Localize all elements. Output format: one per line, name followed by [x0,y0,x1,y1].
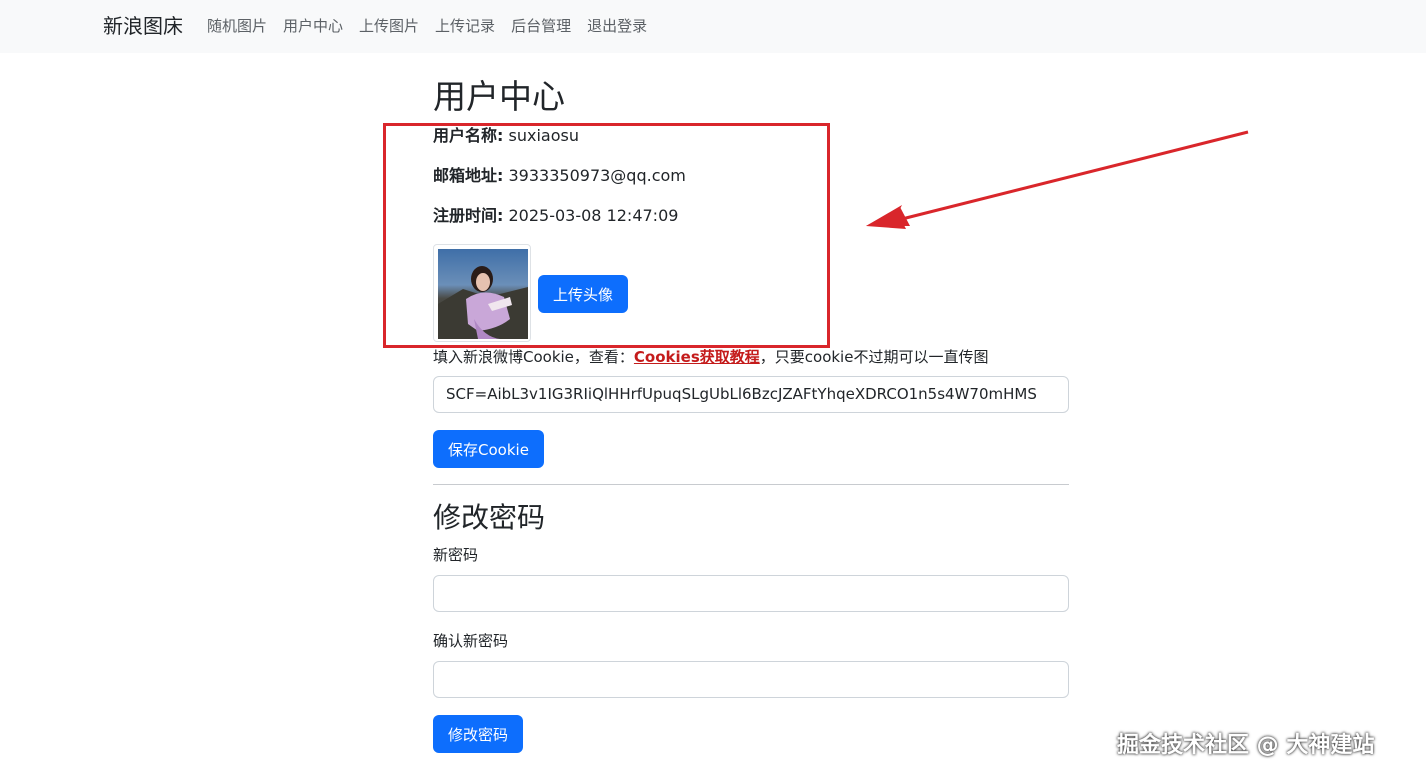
nav-user-center[interactable]: 用户中心 [283,16,343,36]
cookie-hint-prefix: 填入新浪微博Cookie，查看： [433,348,634,366]
nav-upload-image[interactable]: 上传图片 [359,16,419,36]
nav-random-images[interactable]: 随机图片 [207,16,267,36]
new-password-label: 新密码 [433,546,479,564]
nav-upload-history[interactable]: 上传记录 [435,16,495,36]
confirm-password-label: 确认新密码 [433,632,509,650]
save-cookie-button[interactable]: 保存Cookie [433,430,544,468]
cookie-tutorial-link[interactable]: Cookies获取教程 [634,348,760,366]
cookie-hint: 填入新浪微博Cookie，查看：Cookies获取教程，只要cookie不过期可… [433,346,988,368]
nav-logout[interactable]: 退出登录 [587,16,647,36]
confirm-password-input[interactable] [433,661,1069,698]
nav-admin[interactable]: 后台管理 [511,16,571,36]
cookie-hint-suffix: ，只要cookie不过期可以一直传图 [759,348,989,366]
annotation-arrow-icon [866,130,1249,229]
top-navbar: 新浪图床 随机图片 用户中心 上传图片 上传记录 后台管理 退出登录 [0,0,1426,53]
change-password-button[interactable]: 修改密码 [433,715,523,753]
section-divider [433,484,1069,485]
new-password-input[interactable] [433,575,1069,612]
nav-links: 随机图片 用户中心 上传图片 上传记录 后台管理 退出登录 [207,16,647,36]
cookie-input[interactable]: SCF=AibL3v1IG3RIiQlHHrfUpuqSLgUbLl6BzcJZ… [433,376,1069,413]
page-title: 用户中心 [433,77,565,116]
highlight-annotation-box [383,123,830,348]
change-password-title: 修改密码 [433,501,546,534]
brand-logo[interactable]: 新浪图床 [103,13,183,39]
watermark-text: 掘金技术社区 @ 大神建站 [1117,733,1375,758]
